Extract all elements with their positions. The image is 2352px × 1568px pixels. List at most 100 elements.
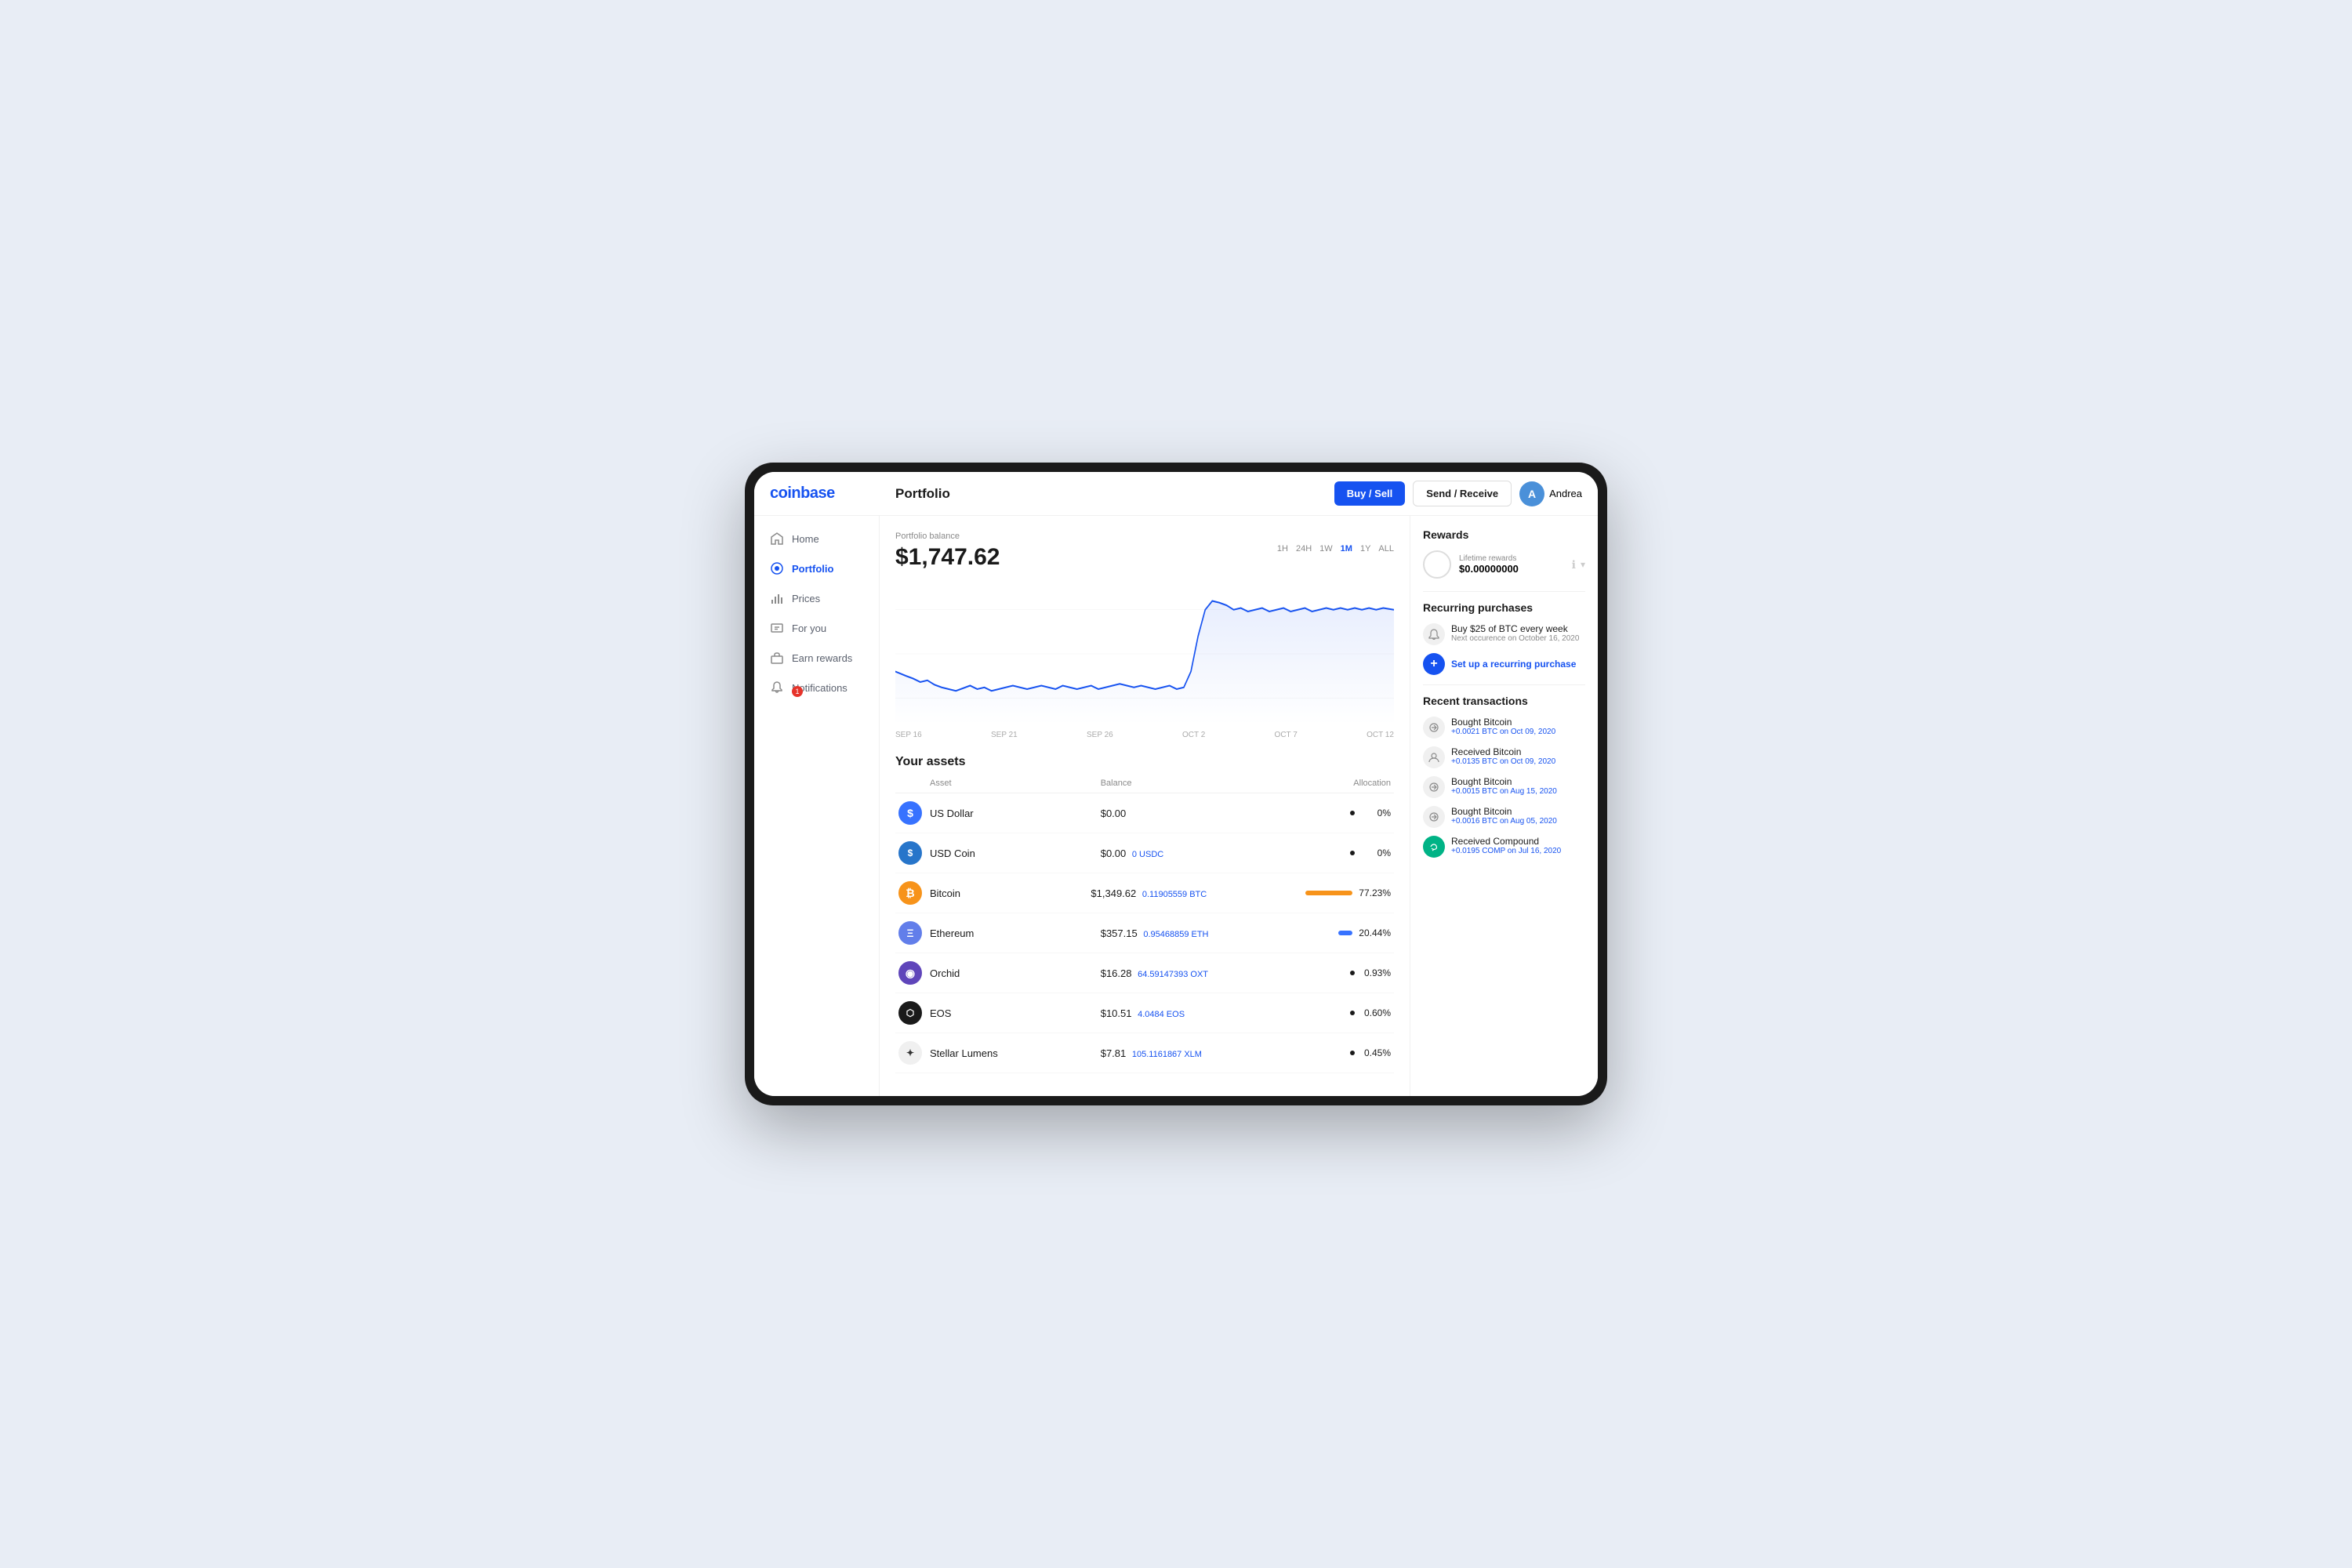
tx-icon-1 [1423, 717, 1445, 739]
tablet-screen: coinbase Portfolio Buy / Sell Send / Rec… [754, 472, 1598, 1096]
usdc-name: USD Coin [930, 848, 1101, 859]
rewards-actions: ℹ ▾ [1572, 558, 1585, 572]
tx-icon-3 [1423, 776, 1445, 798]
usd-alloc: 0% [1328, 808, 1391, 818]
xlm-alloc: 0.45% [1328, 1047, 1391, 1058]
prices-icon [770, 591, 784, 605]
asset-row-xlm[interactable]: ✦ Stellar Lumens $7.81 105.1161867 XLM 0… [895, 1033, 1394, 1073]
asset-row-usd[interactable]: $ US Dollar $0.00 0% [895, 793, 1394, 833]
oxt-alloc: 0.93% [1328, 967, 1391, 978]
btc-name: Bitcoin [930, 887, 1091, 899]
top-actions: Buy / Sell Send / Receive A Andrea [1334, 481, 1582, 506]
rewards-chevron-icon[interactable]: ▾ [1581, 559, 1585, 570]
tx-info-2: Received Bitcoin +0.0135 BTC on Oct 09, … [1451, 746, 1555, 766]
portfolio-label: Portfolio [792, 563, 833, 575]
usdc-alloc-dot [1350, 851, 1355, 855]
btc-alloc-pct: 77.23% [1359, 887, 1391, 898]
tx-title-4: Bought Bitcoin [1451, 806, 1557, 817]
eth-alloc-bar [1338, 931, 1352, 935]
tx-info-3: Bought Bitcoin +0.0015 BTC on Aug 15, 20… [1451, 776, 1557, 796]
transactions-title: Recent transactions [1423, 695, 1585, 707]
usd-balance: $0.00 [1101, 808, 1328, 819]
chart-label-sep16: SEP 16 [895, 731, 922, 739]
rewards-title: Rewards [1423, 528, 1585, 541]
usdc-alloc: 0% [1328, 848, 1391, 858]
rewards-info-icon[interactable]: ℹ [1572, 558, 1576, 572]
app-logo: coinbase [770, 485, 895, 503]
main-layout: Home Portfolio [754, 516, 1598, 1096]
oxt-alloc-pct: 0.93% [1361, 967, 1391, 978]
tablet-frame: coinbase Portfolio Buy / Sell Send / Rec… [745, 463, 1607, 1105]
tx-item-5[interactable]: Received Compound +0.0195 COMP on Jul 16… [1423, 836, 1585, 858]
sidebar-item-for-you[interactable]: For you [754, 613, 879, 643]
sidebar-item-portfolio[interactable]: Portfolio [754, 554, 879, 583]
chart-label-sep21: SEP 21 [991, 731, 1018, 739]
timeframe-1h[interactable]: 1H [1277, 544, 1288, 554]
xlm-name: Stellar Lumens [930, 1047, 1101, 1059]
tx-item-3[interactable]: Bought Bitcoin +0.0015 BTC on Aug 15, 20… [1423, 776, 1585, 798]
asset-row-usdc[interactable]: $ USD Coin $0.00 0 USDC 0% [895, 833, 1394, 873]
divider-1 [1423, 591, 1585, 592]
sidebar: Home Portfolio [754, 516, 880, 1096]
eos-icon: ⬡ [898, 1001, 922, 1025]
sidebar-item-prices[interactable]: Prices [754, 583, 879, 613]
chart-label-oct7: OCT 7 [1275, 731, 1298, 739]
buy-sell-button[interactable]: Buy / Sell [1334, 481, 1406, 506]
eos-alloc-dot [1350, 1011, 1355, 1015]
recurring-info: Buy $25 of BTC every week Next occurence… [1451, 623, 1579, 643]
asset-row-eos[interactable]: ⬡ EOS $10.51 4.0484 EOS 0.60% [895, 993, 1394, 1033]
chart-timeframes: 1H 24H 1W 1M 1Y ALL [1277, 544, 1394, 554]
recurring-icon [1423, 623, 1445, 645]
oxt-name: Orchid [930, 967, 1101, 979]
prices-label: Prices [792, 593, 820, 604]
usd-alloc-dot [1350, 811, 1355, 815]
sidebar-item-earn-rewards[interactable]: Earn rewards [754, 643, 879, 673]
asset-row-oxt[interactable]: ◉ Orchid $16.28 64.59147393 OXT 0.93% [895, 953, 1394, 993]
btc-alloc-bar [1305, 891, 1352, 895]
tx-title-1: Bought Bitcoin [1451, 717, 1555, 728]
user-name: Andrea [1549, 488, 1582, 499]
tx-item-1[interactable]: Bought Bitcoin +0.0021 BTC on Oct 09, 20… [1423, 717, 1585, 739]
home-icon [770, 532, 784, 546]
setup-recurring-button[interactable]: + Set up a recurring purchase [1423, 653, 1585, 675]
timeframe-1m[interactable]: 1M [1341, 544, 1352, 554]
sidebar-item-home[interactable]: Home [754, 524, 879, 554]
portfolio-balance: $1,747.62 [895, 544, 1000, 571]
divider-2 [1423, 684, 1585, 685]
eos-balance: $10.51 4.0484 EOS [1101, 1007, 1328, 1019]
col-header-allocation: Allocation [1328, 779, 1391, 788]
rewards-circle-icon [1423, 550, 1451, 579]
portfolio-chart [895, 583, 1394, 724]
eos-alloc-pct: 0.60% [1361, 1007, 1391, 1018]
asset-row-btc[interactable]: ₿ Bitcoin $1,349.62 0.11905559 BTC 77.23… [895, 873, 1394, 913]
timeframe-1w[interactable]: 1W [1319, 544, 1333, 554]
timeframe-1y[interactable]: 1Y [1360, 544, 1370, 554]
tx-item-4[interactable]: Bought Bitcoin +0.0016 BTC on Aug 05, 20… [1423, 806, 1585, 828]
setup-icon: + [1423, 653, 1445, 675]
earn-rewards-icon [770, 651, 784, 665]
tx-icon-2 [1423, 746, 1445, 768]
usd-alloc-pct: 0% [1361, 808, 1391, 818]
eth-name: Ethereum [930, 927, 1101, 939]
tx-info-5: Received Compound +0.0195 COMP on Jul 16… [1451, 836, 1561, 855]
tx-title-5: Received Compound [1451, 836, 1561, 847]
user-avatar[interactable]: A Andrea [1519, 481, 1582, 506]
assets-section: Your assets Asset Balance Allocation $ U… [895, 755, 1394, 1073]
usd-name: US Dollar [930, 808, 1101, 819]
portfolio-icon [770, 561, 784, 575]
setup-recurring-label: Set up a recurring purchase [1451, 659, 1576, 670]
sidebar-item-notifications[interactable]: 1 Notifications [754, 673, 879, 702]
for-you-icon [770, 621, 784, 635]
eth-balance: $357.15 0.95468859 ETH [1101, 927, 1328, 939]
timeframe-24h[interactable]: 24H [1296, 544, 1312, 554]
btc-icon: ₿ [898, 881, 922, 905]
tx-item-2[interactable]: Received Bitcoin +0.0135 BTC on Oct 09, … [1423, 746, 1585, 768]
tx-sub-2: +0.0135 BTC on Oct 09, 2020 [1451, 757, 1555, 766]
xlm-balance: $7.81 105.1161867 XLM [1101, 1047, 1328, 1059]
timeframe-all[interactable]: ALL [1378, 544, 1394, 554]
send-receive-button[interactable]: Send / Receive [1413, 481, 1512, 506]
oxt-alloc-dot [1350, 971, 1355, 975]
chart-label-oct12: OCT 12 [1367, 731, 1394, 739]
assets-header: Asset Balance Allocation [895, 779, 1394, 793]
asset-row-eth[interactable]: Ξ Ethereum $357.15 0.95468859 ETH 20.44% [895, 913, 1394, 953]
